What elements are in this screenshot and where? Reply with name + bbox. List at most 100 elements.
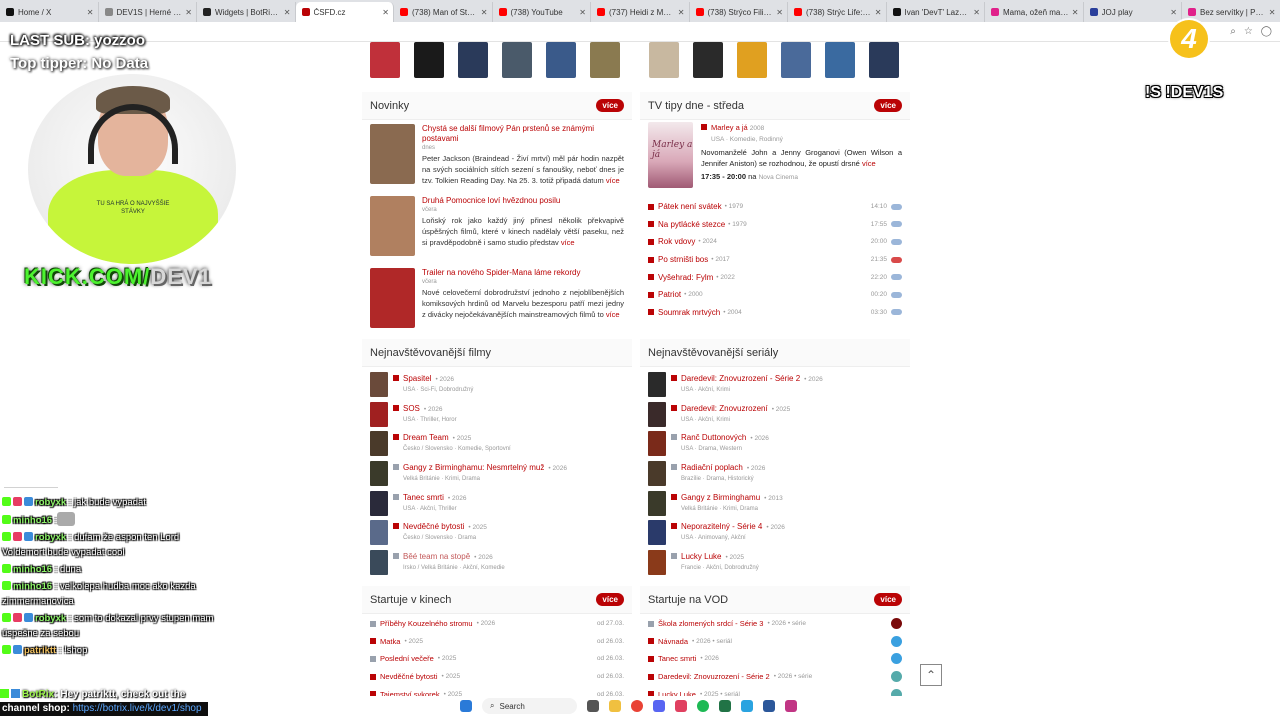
browser-tab[interactable]: (738) Strýco Filip - You...✕ [689, 2, 788, 22]
vod-service-icon[interactable] [891, 671, 902, 683]
top-series-thumbnail[interactable] [648, 461, 666, 487]
task-view-icon[interactable] [587, 700, 599, 712]
top-series-name[interactable]: Neporazitelný - Série 4 [681, 522, 762, 531]
tv-list-item[interactable]: Soumrak mrtvých • 2004 03:30 [640, 304, 910, 322]
excel-icon[interactable] [719, 700, 731, 712]
browser-tab[interactable]: Ivan 'DevT' Lazarov (@T...✕ [886, 2, 985, 22]
chat-username[interactable]: robyxk [35, 613, 66, 624]
movie-poster[interactable] [649, 42, 679, 78]
news-item-title[interactable]: Chystá se další filmový Pán prstenů se z… [422, 124, 624, 144]
top-series-name[interactable]: Gangy z Birminghamu [681, 493, 760, 502]
browser-tab[interactable]: (737) Heidi z Mama, o...✕ [591, 2, 690, 22]
movie-poster[interactable] [825, 42, 855, 78]
chrome-icon[interactable] [631, 700, 643, 712]
vod-item-name[interactable]: Škola zlomených srdcí - Série 3 [658, 619, 763, 628]
chat-username[interactable]: robyxk [35, 497, 66, 508]
telegram-icon[interactable] [741, 700, 753, 712]
tv-list-item[interactable]: Na pytlácké stezce • 1979 17:55 [640, 216, 910, 234]
tv-item-name[interactable]: Po strništi bos [658, 255, 708, 264]
cinema-item-name[interactable]: Matka [380, 637, 400, 646]
movie-poster[interactable] [737, 42, 767, 78]
vod-item[interactable]: Návnada • 2026 • seriál [640, 633, 910, 651]
chat-username[interactable]: robyxk [35, 532, 66, 543]
cinema-item[interactable]: Příběhy Kouzelného stromu • 2026 od 27.03. [362, 615, 632, 633]
tv-list-item[interactable]: Po strništi bos • 2017 21:35 [640, 251, 910, 269]
top-film-thumbnail[interactable] [370, 372, 388, 398]
browser-tab[interactable]: (738) Man of Steel - Off...✕ [394, 2, 493, 22]
bookmark-star-icon[interactable]: ☆ [1244, 26, 1253, 37]
windows-start-icon[interactable] [460, 700, 472, 712]
chat-username[interactable]: minho16 [13, 515, 52, 526]
vod-item[interactable]: Daredevil: Znovuzrození - Série 2 • 2026 … [640, 668, 910, 686]
vod-item-name[interactable]: Návnada [658, 637, 688, 646]
discord-icon[interactable] [653, 700, 665, 712]
news-thumbnail[interactable] [370, 124, 415, 184]
browser-tab[interactable]: Bez servítky | Prehľad | ...✕ [1182, 2, 1280, 22]
browser-tab[interactable]: JOJ play ✕ [1083, 2, 1182, 22]
news-item-more-link[interactable]: více [606, 176, 620, 185]
vod-service-icon[interactable] [891, 688, 902, 696]
scroll-to-top-button[interactable]: ⌃ [920, 664, 942, 686]
close-icon[interactable]: ✕ [1072, 8, 1079, 17]
top-series-name[interactable]: Radiační poplach [681, 463, 743, 472]
cinema-item[interactable]: Poslední večeře • 2025 od 26.03. [362, 650, 632, 668]
news-item-title[interactable]: Trailer na nového Spider-Mana láme rekor… [422, 268, 624, 278]
top-film-thumbnail[interactable] [370, 549, 388, 575]
movie-poster[interactable] [458, 42, 488, 78]
tv-featured-name[interactable]: Marley a já [711, 123, 748, 132]
browser-tab[interactable]: DEV1S | Herné okuliare✕ [98, 2, 197, 22]
vod-item[interactable]: Tanec smrti • 2026 [640, 650, 910, 668]
top-film-name[interactable]: SOS [403, 404, 420, 413]
chat-shop-link[interactable]: https://botrix.live/k/dev1/shop [73, 703, 202, 714]
top-series-name[interactable]: Daredevil: Znovuzrození - Série 2 [681, 374, 800, 383]
search-tabs-icon[interactable]: ⌕ [1230, 26, 1236, 37]
tv-list-item[interactable]: Pátek není svátek • 1979 14:10 [640, 198, 910, 216]
news-item-more-link[interactable]: více [561, 238, 575, 247]
close-icon[interactable]: ✕ [284, 8, 291, 17]
movie-poster[interactable] [693, 42, 723, 78]
top-series-thumbnail[interactable] [648, 520, 666, 546]
news-thumbnail[interactable] [370, 196, 415, 256]
close-icon[interactable]: ✕ [1269, 8, 1276, 17]
vod-more-button[interactable]: více [874, 593, 902, 606]
top-series-name[interactable]: Ranč Duttonových [681, 433, 746, 442]
spotify-icon[interactable] [697, 700, 709, 712]
browser-tab[interactable]: (738) Strýc Life: Hanba ...✕ [788, 2, 887, 22]
tv-tips-more-button[interactable]: více [874, 99, 902, 112]
top-film-thumbnail[interactable] [370, 490, 388, 516]
close-icon[interactable]: ✕ [678, 8, 685, 17]
tv-item-name[interactable]: Soumrak mrtvých [658, 308, 720, 317]
close-icon[interactable]: ✕ [481, 8, 488, 17]
tv-featured-poster[interactable]: Marley a já [648, 122, 693, 188]
tv-item-name[interactable]: Pátek není svátek [658, 202, 722, 211]
cinema-item[interactable]: Tajemství svkorek • 2025 od 26.03. [362, 685, 632, 696]
top-film-thumbnail[interactable] [370, 431, 388, 457]
cinema-more-button[interactable]: více [596, 593, 624, 606]
top-film-name[interactable]: Běé team na stopě [403, 552, 470, 561]
cinema-item-name[interactable]: Nevděčné bytosti [380, 672, 438, 681]
tv-list-item[interactable]: Rok vdovy • 2024 20:00 [640, 233, 910, 251]
tv-list-item[interactable]: Patriot • 2000 00:20 [640, 286, 910, 304]
movie-poster[interactable] [370, 42, 400, 78]
news-more-button[interactable]: více [596, 99, 624, 112]
close-icon[interactable]: ✕ [973, 8, 980, 17]
top-film-name[interactable]: Tanec smrti [403, 493, 444, 502]
movie-poster[interactable] [590, 42, 620, 78]
cinema-item-name[interactable]: Poslední večeře [380, 654, 434, 663]
vod-service-icon[interactable] [891, 618, 902, 630]
chat-username[interactable]: minho16 [13, 564, 52, 575]
top-series-thumbnail[interactable] [648, 431, 666, 457]
chat-username[interactable]: patriktt [24, 645, 56, 656]
browser-tab[interactable]: Mama, ožeň ma! | Prehľ...✕ [985, 2, 1084, 22]
news-thumbnail[interactable] [370, 268, 415, 328]
cinema-item[interactable]: Matka • 2025 od 26.03. [362, 633, 632, 651]
news-item-title[interactable]: Druhá Pomocnice loví hvězdnou posilu [422, 196, 624, 206]
vod-service-icon[interactable] [891, 653, 902, 665]
top-film-thumbnail[interactable] [370, 520, 388, 546]
close-icon[interactable]: ✕ [579, 8, 586, 17]
file-explorer-icon[interactable] [609, 700, 621, 712]
taskbar-search[interactable]: ⌕ Search [482, 698, 577, 714]
chat-username[interactable]: minho16 [13, 581, 52, 592]
top-series-thumbnail[interactable] [648, 490, 666, 516]
top-series-name[interactable]: Daredevil: Znovuzrození [681, 404, 768, 413]
